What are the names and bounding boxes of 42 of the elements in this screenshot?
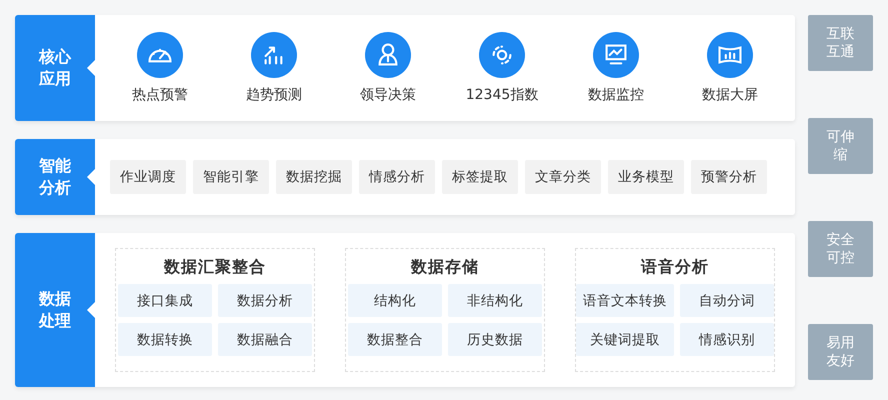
processing-tag[interactable]: 结构化 <box>348 284 442 317</box>
processing-tag[interactable]: 数据转换 <box>118 323 212 356</box>
processing-tag[interactable]: 关键词提取 <box>576 323 674 356</box>
app-label[interactable]: 数据监控 <box>588 86 644 104</box>
screen-icon[interactable] <box>707 32 753 78</box>
group-title: 语音分析 <box>641 257 709 278</box>
processing-tag[interactable]: 非结构化 <box>448 284 542 317</box>
group-title: 数据存储 <box>411 257 479 278</box>
analysis-tag[interactable]: 预警分析 <box>691 160 767 194</box>
section-label: 数据处理 <box>15 233 95 387</box>
monitor-icon[interactable] <box>593 32 639 78</box>
processing-tag[interactable]: 历史数据 <box>448 323 542 356</box>
section-label: 智能分析 <box>15 139 95 215</box>
processing-tag[interactable]: 情感识别 <box>680 323 774 356</box>
feature-badge: 互联互通 <box>808 15 873 71</box>
app-label[interactable]: 数据大屏 <box>702 86 758 104</box>
processing-tag[interactable]: 接口集成 <box>118 284 212 317</box>
section-label: 核心应用 <box>15 15 95 121</box>
analysis-tag[interactable]: 数据挖掘 <box>276 160 352 194</box>
app-label[interactable]: 热点预警 <box>132 86 188 104</box>
person-icon[interactable] <box>365 32 411 78</box>
analysis-tag[interactable]: 文章分类 <box>525 160 601 194</box>
group-title: 数据汇聚整合 <box>164 257 266 278</box>
analysis-tag[interactable]: 作业调度 <box>110 160 186 194</box>
analysis-tag[interactable]: 标签提取 <box>442 160 518 194</box>
analysis-tag[interactable]: 智能引擎 <box>193 160 269 194</box>
feature-badge: 易用友好 <box>808 324 873 380</box>
chart-icon[interactable] <box>251 32 297 78</box>
target-icon[interactable] <box>479 32 525 78</box>
processing-tag[interactable]: 数据融合 <box>218 323 312 356</box>
feature-badge: 安全可控 <box>808 221 873 277</box>
processing-tag[interactable]: 语音文本转换 <box>576 284 674 317</box>
analysis-tag[interactable]: 情感分析 <box>359 160 435 194</box>
processing-tag[interactable]: 数据分析 <box>218 284 312 317</box>
feature-badge: 可伸缩 <box>808 118 873 174</box>
gauge-icon[interactable] <box>137 32 183 78</box>
app-label[interactable]: 领导决策 <box>360 86 416 104</box>
app-label[interactable]: 12345指数 <box>466 86 538 104</box>
analysis-tag[interactable]: 业务模型 <box>608 160 684 194</box>
processing-tag[interactable]: 数据整合 <box>348 323 442 356</box>
app-label[interactable]: 趋势预测 <box>246 86 302 104</box>
processing-tag[interactable]: 自动分词 <box>680 284 774 317</box>
